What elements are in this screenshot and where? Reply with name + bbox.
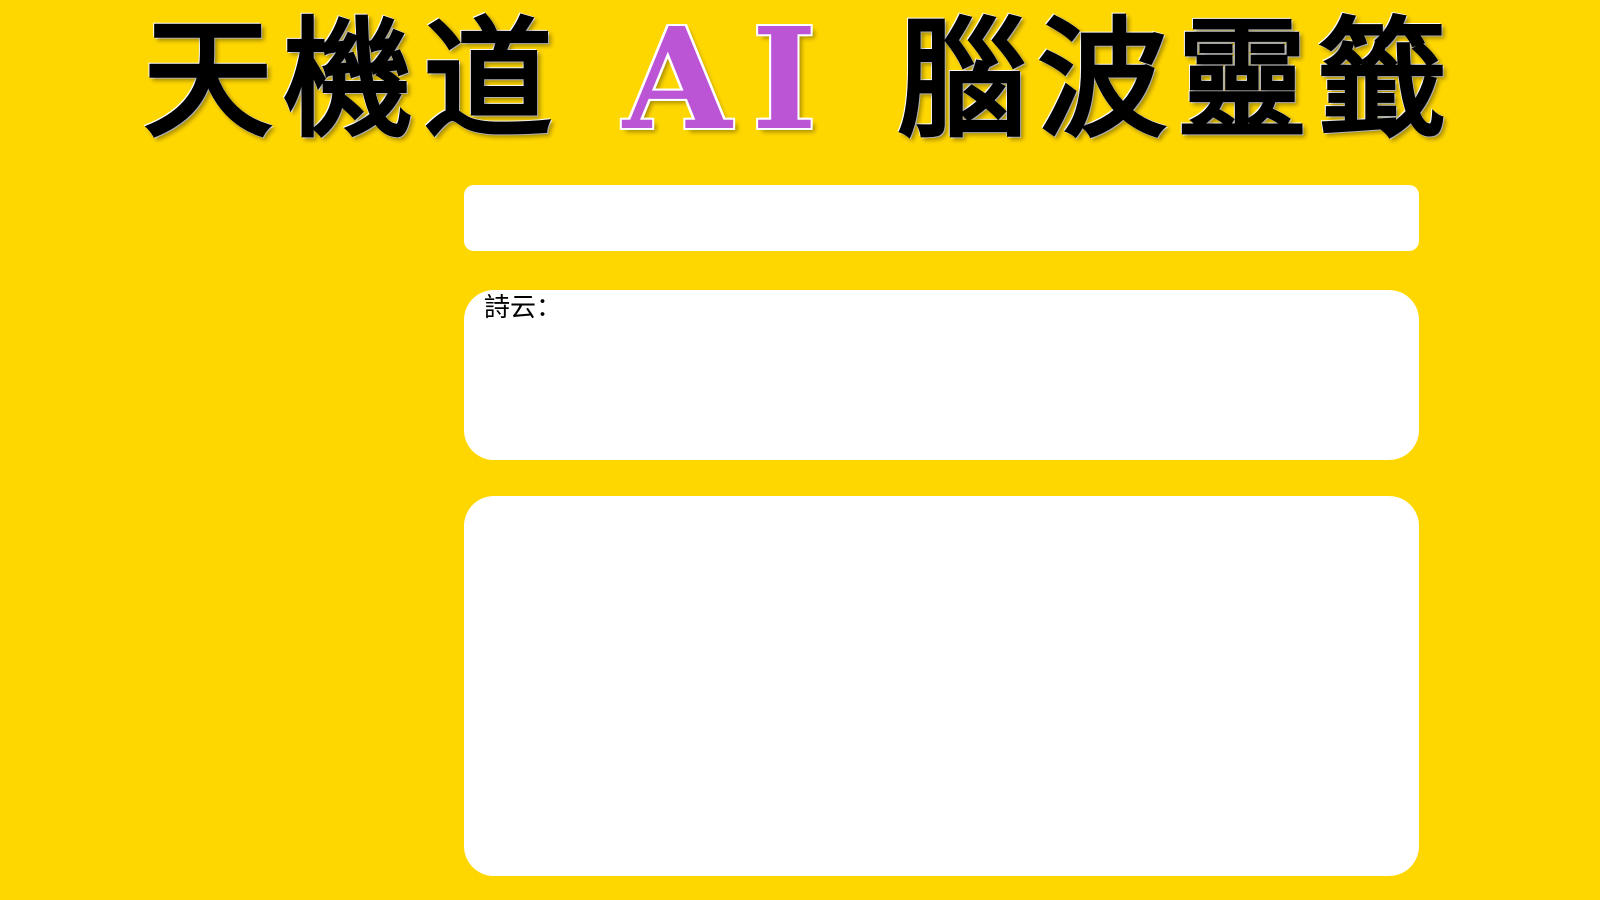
question-input[interactable] xyxy=(464,185,1419,251)
poem-panel: 詩云： xyxy=(464,290,1419,460)
result-panel xyxy=(464,496,1419,876)
title-right-text: 腦波靈籤 xyxy=(897,3,1458,156)
title-left-text: 天機道 xyxy=(142,3,563,156)
poem-label: 詩云： xyxy=(484,293,563,323)
title-ai-text: AI xyxy=(622,0,838,162)
app-title: 天機道 AI 腦波靈籤 xyxy=(0,0,1600,160)
